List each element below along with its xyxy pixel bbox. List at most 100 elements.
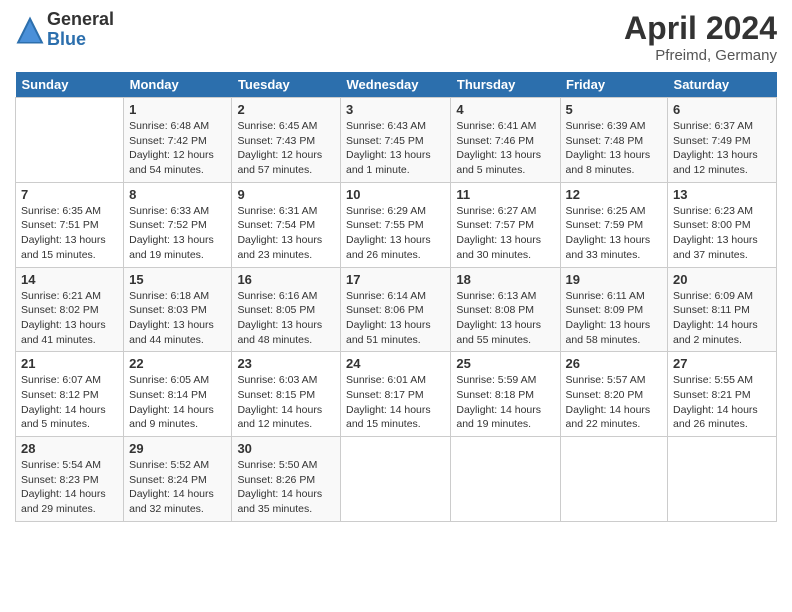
day-number: 4 [456,102,554,117]
table-cell: 18Sunrise: 6:13 AMSunset: 8:08 PMDayligh… [451,267,560,352]
day-number: 22 [129,356,226,371]
day-number: 5 [566,102,662,117]
day-number: 21 [21,356,118,371]
day-info: Sunrise: 6:45 AMSunset: 7:43 PMDaylight:… [237,119,335,178]
day-info: Sunrise: 6:07 AMSunset: 8:12 PMDaylight:… [21,373,118,432]
day-number: 13 [673,187,771,202]
calendar-body: 1 Sunrise: 6:48 AMSunset: 7:42 PMDaylight… [16,98,777,522]
table-cell: 22 Sunrise: 6:05 AMSunset: 8:14 PMDayligh… [124,352,232,437]
day-number: 19 [566,272,662,287]
day-number: 9 [237,187,335,202]
table-cell [668,437,777,522]
table-cell: 21 Sunrise: 6:07 AMSunset: 8:12 PMDayligh… [16,352,124,437]
table-cell: 12 Sunrise: 6:25 AMSunset: 7:59 PMDayligh… [560,182,667,267]
table-row-week-1: 1 Sunrise: 6:48 AMSunset: 7:42 PMDaylight… [16,98,777,183]
day-info: Sunrise: 6:05 AMSunset: 8:14 PMDaylight:… [129,373,226,432]
logo: General Blue [15,10,114,50]
table-cell: 30 Sunrise: 5:50 AMSunset: 8:26 PMDayligh… [232,437,341,522]
day-number: 10 [346,187,445,202]
day-number: 30 [237,441,335,456]
day-number: 25 [456,356,554,371]
table-cell: 13 Sunrise: 6:23 AMSunset: 8:00 PMDayligh… [668,182,777,267]
day-info: Sunrise: 6:41 AMSunset: 7:46 PMDaylight:… [456,119,554,178]
table-cell [16,98,124,183]
table-cell: 25 Sunrise: 5:59 AMSunset: 8:18 PMDayligh… [451,352,560,437]
logo-blue: Blue [47,30,114,50]
table-row-week-3: 14 Sunrise: 6:21 AMSunset: 8:02 PMDayligh… [16,267,777,352]
day-info: Sunrise: 5:52 AMSunset: 8:24 PMDaylight:… [129,458,226,517]
table-cell [341,437,451,522]
day-info: Sunrise: 5:59 AMSunset: 8:18 PMDaylight:… [456,373,554,432]
table-cell [451,437,560,522]
day-number: 14 [21,272,118,287]
day-number: 16 [237,272,335,287]
day-info: Sunrise: 6:23 AMSunset: 8:00 PMDaylight:… [673,204,771,263]
calendar-table: Sunday Monday Tuesday Wednesday Thursday… [15,72,777,522]
day-info: Sunrise: 6:01 AMSunset: 8:17 PMDaylight:… [346,373,445,432]
day-info: Sunrise: 6:29 AMSunset: 7:55 PMDaylight:… [346,204,445,263]
col-monday: Monday [124,72,232,98]
day-info: Sunrise: 5:50 AMSunset: 8:26 PMDaylight:… [237,458,335,517]
day-info: Sunrise: 6:33 AMSunset: 7:52 PMDaylight:… [129,204,226,263]
table-cell: 6Sunrise: 6:37 AMSunset: 7:49 PMDaylight… [668,98,777,183]
day-info: Sunrise: 6:14 AMSunset: 8:06 PMDaylight:… [346,289,445,348]
table-cell: 29 Sunrise: 5:52 AMSunset: 8:24 PMDayligh… [124,437,232,522]
day-number: 20 [673,272,771,287]
day-info: Sunrise: 6:35 AMSunset: 7:51 PMDaylight:… [21,204,118,263]
day-number: 2 [237,102,335,117]
day-number: 8 [129,187,226,202]
table-cell: 7Sunrise: 6:35 AMSunset: 7:51 PMDaylight… [16,182,124,267]
day-info: Sunrise: 5:55 AMSunset: 8:21 PMDaylight:… [673,373,771,432]
table-cell: 26Sunrise: 5:57 AMSunset: 8:20 PMDayligh… [560,352,667,437]
day-number: 26 [566,356,662,371]
table-cell: 3 Sunrise: 6:43 AMSunset: 7:45 PMDaylight… [341,98,451,183]
table-cell: 28Sunrise: 5:54 AMSunset: 8:23 PMDayligh… [16,437,124,522]
day-number: 15 [129,272,226,287]
table-cell: 2 Sunrise: 6:45 AMSunset: 7:43 PMDaylight… [232,98,341,183]
table-cell: 20 Sunrise: 6:09 AMSunset: 8:11 PMDayligh… [668,267,777,352]
day-number: 29 [129,441,226,456]
day-info: Sunrise: 6:25 AMSunset: 7:59 PMDaylight:… [566,204,662,263]
table-row-week-5: 28Sunrise: 5:54 AMSunset: 8:23 PMDayligh… [16,437,777,522]
col-wednesday: Wednesday [341,72,451,98]
day-info: Sunrise: 6:43 AMSunset: 7:45 PMDaylight:… [346,119,445,178]
day-number: 27 [673,356,771,371]
day-info: Sunrise: 6:37 AMSunset: 7:49 PMDaylight:… [673,119,771,178]
day-number: 3 [346,102,445,117]
day-info: Sunrise: 5:54 AMSunset: 8:23 PMDaylight:… [21,458,118,517]
table-row-week-4: 21 Sunrise: 6:07 AMSunset: 8:12 PMDayligh… [16,352,777,437]
day-info: Sunrise: 6:48 AMSunset: 7:42 PMDaylight:… [129,119,226,178]
table-cell: 8 Sunrise: 6:33 AMSunset: 7:52 PMDaylight… [124,182,232,267]
logo-general: General [47,10,114,30]
day-number: 12 [566,187,662,202]
day-number: 17 [346,272,445,287]
month-title: April 2024 [624,10,777,47]
table-cell: 4 Sunrise: 6:41 AMSunset: 7:46 PMDaylight… [451,98,560,183]
table-cell: 11Sunrise: 6:27 AMSunset: 7:57 PMDayligh… [451,182,560,267]
table-cell: 15 Sunrise: 6:18 AMSunset: 8:03 PMDayligh… [124,267,232,352]
table-cell: 1 Sunrise: 6:48 AMSunset: 7:42 PMDaylight… [124,98,232,183]
day-info: Sunrise: 6:21 AMSunset: 8:02 PMDaylight:… [21,289,118,348]
col-friday: Friday [560,72,667,98]
table-row-week-2: 7Sunrise: 6:35 AMSunset: 7:51 PMDaylight… [16,182,777,267]
table-cell: 24Sunrise: 6:01 AMSunset: 8:17 PMDayligh… [341,352,451,437]
table-cell: 23Sunrise: 6:03 AMSunset: 8:15 PMDayligh… [232,352,341,437]
col-thursday: Thursday [451,72,560,98]
logo-icon [15,15,45,45]
col-sunday: Sunday [16,72,124,98]
table-cell: 17 Sunrise: 6:14 AMSunset: 8:06 PMDayligh… [341,267,451,352]
day-info: Sunrise: 6:39 AMSunset: 7:48 PMDaylight:… [566,119,662,178]
table-cell: 16Sunrise: 6:16 AMSunset: 8:05 PMDayligh… [232,267,341,352]
location-title: Pfreimd, Germany [624,47,777,64]
table-cell: 19 Sunrise: 6:11 AMSunset: 8:09 PMDayligh… [560,267,667,352]
day-info: Sunrise: 6:31 AMSunset: 7:54 PMDaylight:… [237,204,335,263]
day-info: Sunrise: 6:18 AMSunset: 8:03 PMDaylight:… [129,289,226,348]
day-info: Sunrise: 6:09 AMSunset: 8:11 PMDaylight:… [673,289,771,348]
table-header-row: Sunday Monday Tuesday Wednesday Thursday… [16,72,777,98]
logo-text: General Blue [47,10,114,50]
day-info: Sunrise: 6:11 AMSunset: 8:09 PMDaylight:… [566,289,662,348]
table-cell: 5 Sunrise: 6:39 AMSunset: 7:48 PMDaylight… [560,98,667,183]
day-info: Sunrise: 6:27 AMSunset: 7:57 PMDaylight:… [456,204,554,263]
day-number: 1 [129,102,226,117]
col-tuesday: Tuesday [232,72,341,98]
